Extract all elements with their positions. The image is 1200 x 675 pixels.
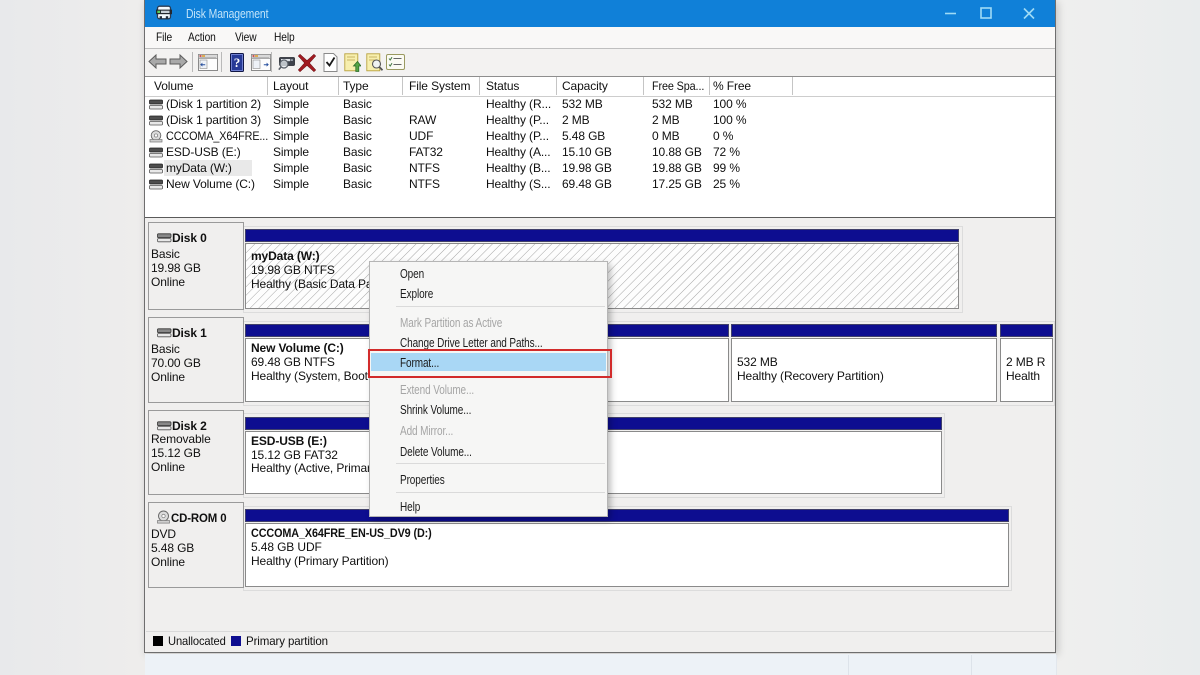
svg-text:?: ? — [234, 55, 241, 70]
